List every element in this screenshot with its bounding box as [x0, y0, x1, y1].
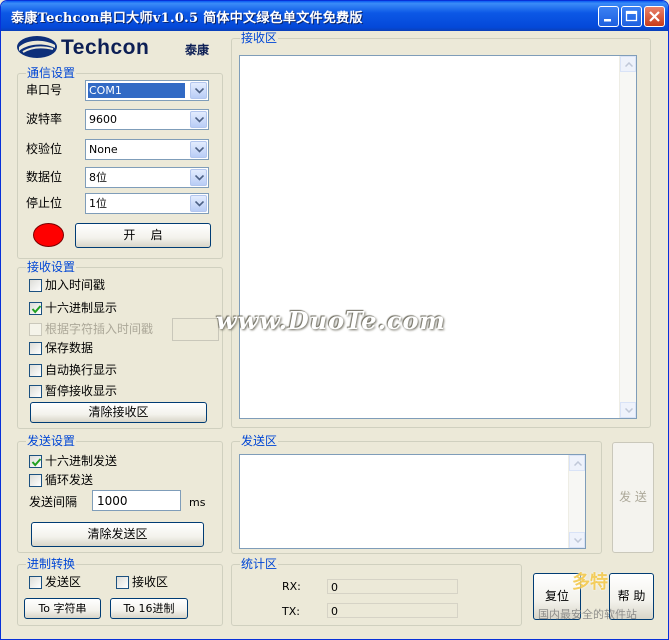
port-dropdown-button[interactable] — [190, 82, 207, 99]
send-scrollbar[interactable] — [568, 455, 585, 548]
scroll-down-button[interactable] — [620, 402, 636, 418]
chevron-up-icon — [625, 62, 633, 67]
stats-title: 统计区 — [240, 557, 279, 571]
maximize-button[interactable] — [621, 6, 642, 27]
chevron-down-icon — [625, 408, 633, 413]
close-button[interactable] — [644, 6, 665, 27]
parity-dropdown-button[interactable] — [190, 141, 207, 158]
stopbits-select[interactable]: 1位 — [85, 193, 209, 214]
open-port-button[interactable]: 开 启 — [75, 223, 211, 248]
techcon-logo-icon — [17, 36, 57, 58]
chevron-up-icon — [574, 461, 582, 466]
recv-textarea[interactable] — [239, 55, 637, 419]
databits-label: 数据位 — [26, 170, 63, 184]
convert-title: 进制转换 — [26, 557, 77, 571]
databits-select[interactable]: 8位 — [85, 167, 209, 188]
chevron-down-icon — [195, 175, 204, 181]
parity-label: 校验位 — [26, 142, 63, 156]
checkmark-icon — [31, 305, 42, 314]
clear-send-button[interactable]: 清除发送区 — [31, 522, 204, 547]
logo-brand-cn: 泰康 — [185, 43, 210, 57]
comm-settings-title: 通信设置 — [26, 66, 77, 80]
stopbits-value: 1位 — [89, 197, 107, 210]
scroll-up-button[interactable] — [620, 56, 636, 72]
recv-area-title: 接收区 — [240, 31, 279, 45]
interval-label: 发送间隔 — [29, 495, 78, 509]
send-area-title: 发送区 — [240, 434, 279, 448]
stopbits-label: 停止位 — [26, 196, 63, 210]
open-port-label: 开 启 — [123, 228, 163, 242]
recv-settings-title: 接收设置 — [26, 260, 77, 274]
scroll-down-button[interactable] — [569, 532, 585, 548]
baud-value: 9600 — [89, 113, 117, 126]
title-bar[interactable]: 泰康Techcon串口大师v1.0.5 简体中文绿色单文件免费版 — [1, 1, 668, 31]
baud-label: 波特率 — [26, 112, 63, 126]
window-title: 泰康Techcon串口大师v1.0.5 简体中文绿色单文件免费版 — [11, 11, 363, 26]
char-timestamp-input[interactable] — [172, 318, 219, 341]
interval-input[interactable]: 1000 — [92, 490, 181, 511]
rx-label: RX: — [282, 580, 301, 593]
duote-corner-slogan: 国内最安全的软件站 — [538, 608, 637, 621]
port-select[interactable]: COM1 — [85, 80, 209, 101]
port-label: 串口号 — [26, 83, 63, 97]
send-button[interactable]: 发 送 — [612, 442, 654, 553]
chevron-down-icon — [574, 538, 582, 543]
maximize-icon — [625, 10, 638, 22]
chevron-down-icon — [195, 117, 204, 123]
tx-label: TX: — [282, 605, 300, 618]
duote-corner-logo-text: 多特 — [572, 572, 608, 593]
logo-brand-text: Techcon — [61, 36, 150, 59]
main-window: 泰康Techcon串口大师v1.0.5 简体中文绿色单文件免费版 Techcon… — [0, 0, 669, 640]
recv-scrollbar[interactable] — [619, 56, 636, 418]
port-value: COM1 — [88, 83, 185, 98]
tx-counter: 0 — [327, 603, 458, 618]
interval-unit: ms — [189, 496, 206, 509]
databits-dropdown-button[interactable] — [190, 169, 207, 186]
checkmark-icon — [31, 458, 42, 467]
close-icon — [649, 11, 660, 22]
chevron-down-icon — [195, 88, 204, 94]
baud-dropdown-button[interactable] — [190, 111, 207, 128]
scroll-up-button[interactable] — [569, 455, 585, 471]
techcon-logo: Techcon 泰康 — [15, 33, 221, 63]
clear-recv-button[interactable]: 清除接收区 — [30, 402, 207, 423]
parity-value: None — [89, 143, 118, 156]
send-textarea[interactable] — [239, 454, 586, 549]
minimize-button[interactable] — [598, 6, 619, 27]
duote-corner-watermark: 多特 国内最安全的软件站 — [536, 568, 666, 628]
to-hex-button[interactable]: To 16进制 — [110, 598, 188, 619]
chevron-down-icon — [195, 147, 204, 153]
stopbits-dropdown-button[interactable] — [190, 195, 207, 212]
databits-value: 8位 — [89, 171, 107, 184]
rx-counter: 0 — [327, 579, 458, 594]
duote-watermark: www.DuoTe.com — [216, 306, 446, 335]
to-string-button[interactable]: To 字符串 — [24, 598, 101, 619]
send-settings-title: 发送设置 — [26, 434, 77, 448]
port-status-indicator — [33, 223, 64, 247]
baud-select[interactable]: 9600 — [85, 109, 209, 130]
chevron-down-icon — [195, 201, 204, 207]
minimize-icon — [604, 19, 611, 22]
parity-select[interactable]: None — [85, 139, 209, 160]
